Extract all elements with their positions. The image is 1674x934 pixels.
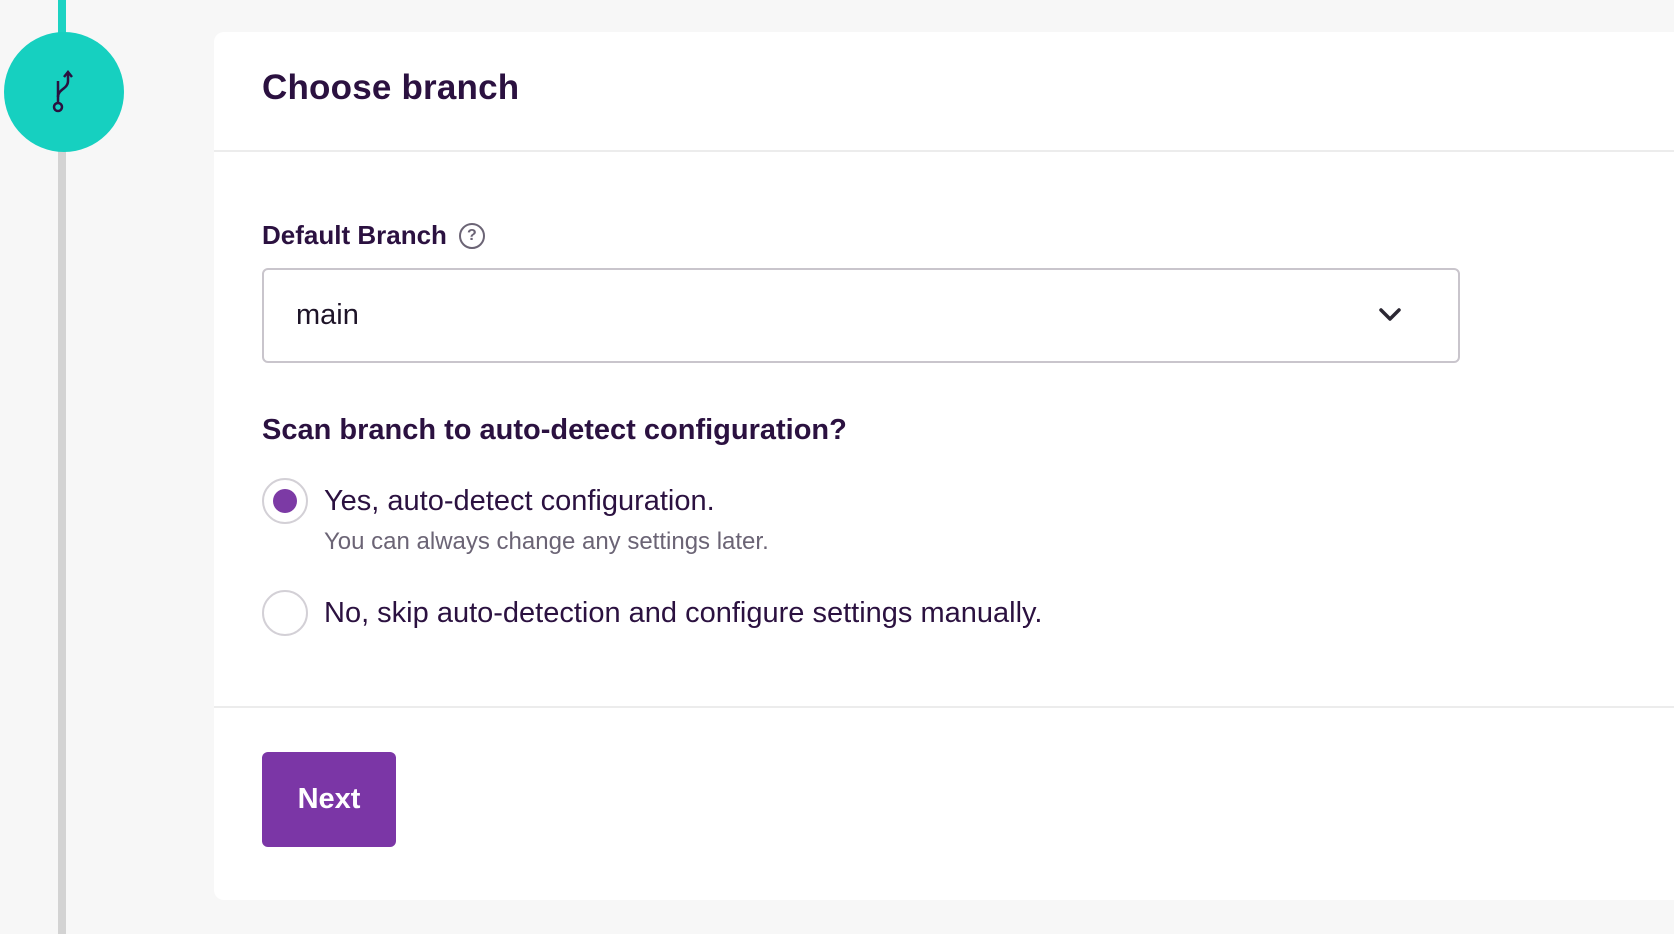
- radio-option-manual[interactable]: No, skip auto-detection and configure se…: [262, 590, 1042, 636]
- scan-question: Scan branch to auto-detect configuration…: [262, 414, 847, 446]
- radio-selected-dot: [273, 489, 297, 513]
- card-title: Choose branch: [262, 68, 520, 107]
- git-branch-icon: [52, 69, 73, 113]
- radio-option-auto-detect[interactable]: Yes, auto-detect configuration. You can …: [262, 478, 769, 556]
- radio-auto-detect-texts: Yes, auto-detect configuration. You can …: [324, 478, 769, 556]
- chevron-down-icon: [1379, 308, 1401, 321]
- default-branch-label: Default Branch: [262, 220, 447, 250]
- radio-auto-detect[interactable]: [262, 478, 308, 524]
- choose-branch-card: Choose branch Default Branch ? main Scan…: [214, 32, 1674, 900]
- radio-auto-detect-hint: You can always change any settings later…: [324, 528, 769, 555]
- card-header: Choose branch: [214, 32, 1674, 152]
- card-footer: Next: [214, 708, 1674, 898]
- question-circle-icon[interactable]: ?: [458, 222, 485, 249]
- radio-manual-label: No, skip auto-detection and configure se…: [324, 597, 1043, 629]
- stepper-rail: [58, 140, 66, 934]
- default-branch-label-row: Default Branch ?: [262, 220, 485, 251]
- card-body: Default Branch ? main Scan branch to aut…: [214, 152, 1674, 708]
- radio-auto-detect-label: Yes, auto-detect configuration.: [324, 485, 715, 517]
- radio-manual[interactable]: [262, 590, 308, 636]
- stepper-rail-active: [58, 0, 66, 34]
- next-button[interactable]: Next: [262, 752, 396, 847]
- default-branch-value: main: [296, 299, 359, 331]
- default-branch-select[interactable]: main: [262, 268, 1460, 363]
- step-indicator: [4, 32, 124, 152]
- radio-manual-texts: No, skip auto-detection and configure se…: [324, 590, 1042, 636]
